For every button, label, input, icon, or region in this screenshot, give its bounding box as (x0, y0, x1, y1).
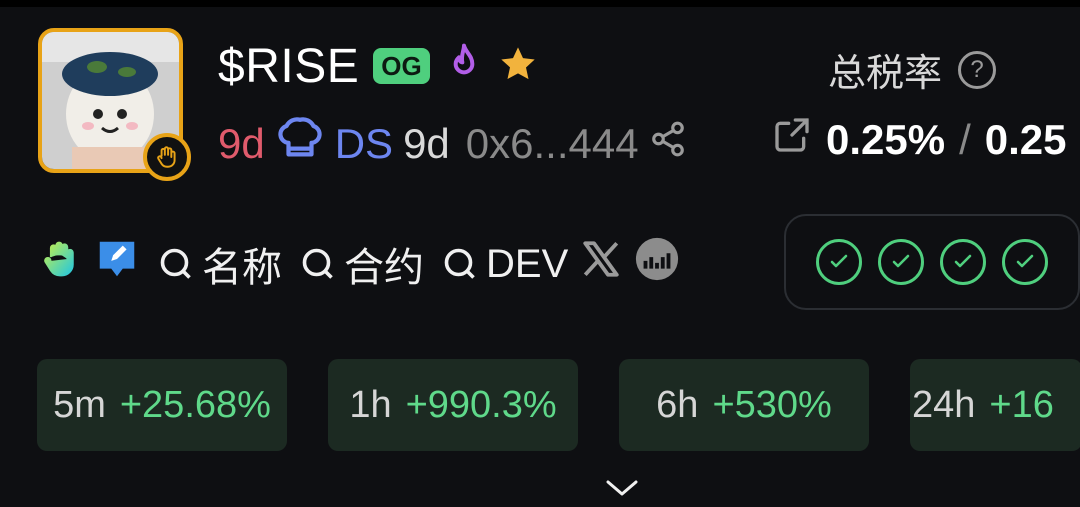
token-meta-row: 9d DS 9d 0x6...444 (218, 116, 687, 172)
sell-tax-value: 0.25 (984, 116, 1067, 163)
ds-label[interactable]: DS (335, 120, 393, 168)
stat-period: 1h (349, 383, 392, 426)
fire-icon (444, 42, 484, 91)
search-icon (444, 248, 475, 279)
chevron-down-icon[interactable] (604, 476, 640, 505)
token-age: 9d (218, 120, 265, 167)
tax-values: 0.25% / 0.25 (772, 115, 1067, 165)
search-icon (160, 248, 191, 279)
search-name-label: 名称 (202, 246, 282, 290)
wave-hand-badge-icon (143, 133, 191, 181)
security-checks[interactable] (784, 214, 1080, 310)
stat-5m[interactable]: 5m +25.68% (37, 359, 287, 451)
stat-6h[interactable]: 6h +530% (619, 359, 869, 451)
search-contract-label: 合约 (344, 246, 424, 290)
check-circle-icon (1002, 239, 1048, 285)
top-strip (0, 0, 1080, 7)
token-title-row: $RISE OG (218, 36, 538, 96)
search-contract-link[interactable]: 合约 (300, 235, 424, 293)
search-dev-label: DEV (486, 241, 569, 286)
stat-change: +16 (989, 383, 1054, 426)
help-icon[interactable]: ? (958, 50, 997, 89)
tax-separator: / (959, 116, 971, 163)
chef-hat-icon (275, 116, 325, 172)
stat-change: +25.68% (119, 383, 271, 426)
check-circle-icon (878, 239, 924, 285)
buy-tax-value: 0.25% (826, 116, 946, 163)
og-badge: OG (373, 48, 430, 84)
search-name-link[interactable]: 名称 (158, 235, 282, 293)
search-icon (302, 248, 333, 279)
stat-1h[interactable]: 1h +990.3% (328, 359, 578, 451)
stat-period: 24h (912, 383, 976, 426)
ds-age: 9d (403, 120, 450, 167)
external-link-icon[interactable] (772, 115, 812, 165)
share-icon[interactable] (649, 118, 687, 170)
stat-change: +530% (712, 383, 832, 426)
price-change-row: 5m +25.68% 1h +990.3% 6h +530% 24h +16 (37, 359, 1080, 451)
quick-links-row: 名称 合约 DEV (38, 236, 680, 292)
check-circle-icon (816, 239, 862, 285)
x-logo-icon[interactable] (580, 238, 622, 290)
token-ticker[interactable]: $RISE (218, 39, 359, 94)
edit-icon[interactable] (94, 236, 140, 292)
stat-period: 6h (656, 383, 699, 426)
stat-24h[interactable]: 24h +16 (910, 359, 1080, 451)
total-tax-label: 总税率 (828, 53, 943, 95)
contract-address[interactable]: 0x6...444 (466, 120, 639, 168)
stat-change: +990.3% (405, 383, 557, 426)
star-icon[interactable] (498, 44, 538, 89)
search-dev-link[interactable]: DEV (442, 242, 568, 287)
check-circle-icon (940, 239, 986, 285)
chart-icon[interactable] (634, 236, 680, 292)
total-tax-header: 总税率 ? (828, 42, 997, 97)
stat-period: 5m (53, 383, 106, 426)
wave-hand-icon[interactable] (38, 237, 82, 291)
